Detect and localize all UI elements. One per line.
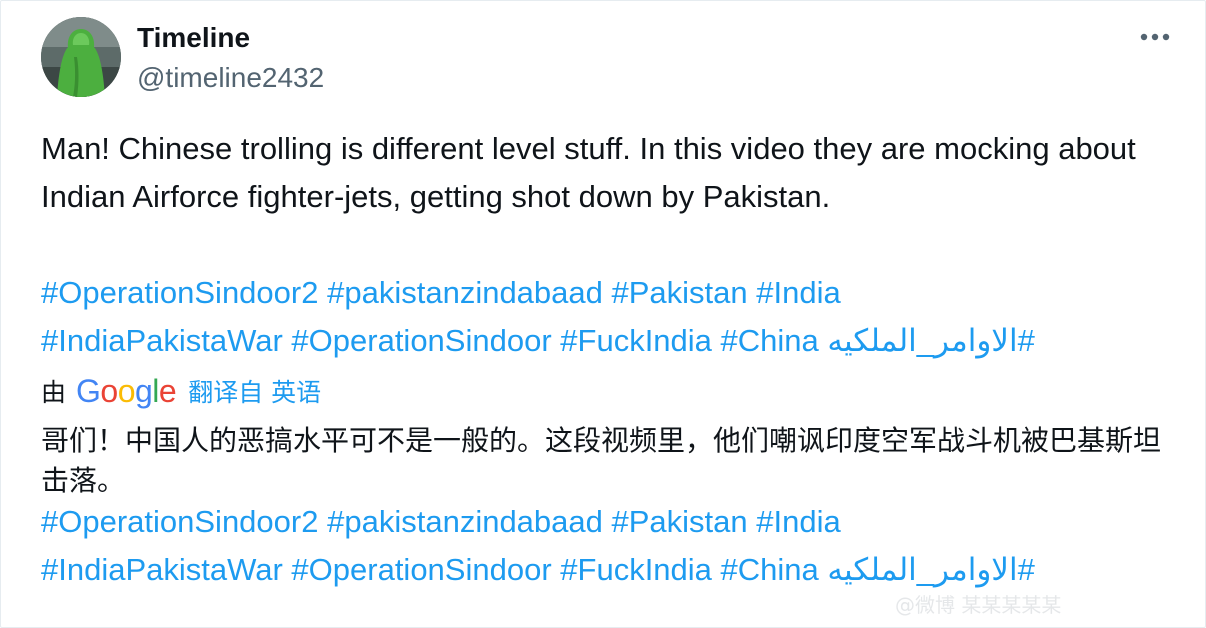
- hashtag-line: #OperationSindoor2 #pakistanzindabaad #P…: [41, 498, 1181, 546]
- hashtag-line: #IndiaPakistaWar #OperationSindoor #Fuck…: [41, 317, 1181, 365]
- hashtag-link[interactable]: #China: [721, 323, 819, 358]
- hashtag-link[interactable]: #India: [756, 504, 840, 539]
- more-horizontal-icon: [1140, 33, 1170, 41]
- hashtag-link[interactable]: #الاوامر_الملكيه: [827, 323, 1034, 358]
- watermark: @微博 某某某某某: [895, 589, 1191, 617]
- translated-hashtags: #OperationSindoor2 #pakistanzindabaad #P…: [41, 498, 1181, 594]
- hashtag-link[interactable]: #China: [721, 552, 819, 587]
- translated-from-link[interactable]: 翻译自 英语: [188, 373, 321, 409]
- hashtag-line: #IndiaPakistaWar #OperationSindoor #Fuck…: [41, 546, 1181, 594]
- translation-attribution: 由 Google 翻译自 英语: [41, 369, 321, 413]
- hashtag-link[interactable]: #Pakistan: [612, 275, 748, 310]
- translated-text: 哥们！中国人的恶搞水平可不是一般的。这段视频里，他们嘲讽印度空军战斗机被巴基斯坦…: [41, 424, 1162, 497]
- hashtag-link[interactable]: #OperationSindoor2: [41, 504, 318, 539]
- author-name[interactable]: Timeline: [137, 21, 250, 55]
- author-handle[interactable]: @timeline2432: [137, 61, 324, 95]
- hashtag-link[interactable]: #IndiaPakistaWar: [41, 552, 283, 587]
- hashtag-link[interactable]: #FuckIndia: [560, 323, 712, 358]
- tweet-text: Man! Chinese trolling is different level…: [41, 131, 1136, 214]
- google-logo: Google: [76, 373, 177, 409]
- hashtag-link[interactable]: #pakistanzindabaad: [327, 275, 603, 310]
- avatar[interactable]: [41, 17, 121, 97]
- hashtag-link[interactable]: #FuckIndia: [560, 552, 712, 587]
- tweet-hashtags: #OperationSindoor2 #pakistanzindabaad #P…: [41, 269, 1181, 365]
- hashtag-link[interactable]: #pakistanzindabaad: [327, 504, 603, 539]
- hashtag-link[interactable]: #OperationSindoor: [291, 552, 551, 587]
- translated-by-label: 由: [41, 378, 67, 407]
- hashtag-link[interactable]: #الاوامر_الملكيه: [827, 552, 1034, 587]
- tweet-card: Timeline @timeline2432 Man! Chinese trol…: [0, 0, 1206, 628]
- hashtag-link[interactable]: #OperationSindoor: [291, 323, 551, 358]
- hashtag-link[interactable]: #Pakistan: [612, 504, 748, 539]
- watermark-text: @微博 某某某某某: [895, 593, 1062, 617]
- hashtag-line: #OperationSindoor2 #pakistanzindabaad #P…: [41, 269, 1181, 317]
- more-options-button[interactable]: [1133, 21, 1177, 53]
- hashtag-link[interactable]: #India: [756, 275, 840, 310]
- hashtag-link[interactable]: #OperationSindoor2: [41, 275, 318, 310]
- avatar-image: [41, 17, 121, 97]
- hashtag-link[interactable]: #IndiaPakistaWar: [41, 323, 283, 358]
